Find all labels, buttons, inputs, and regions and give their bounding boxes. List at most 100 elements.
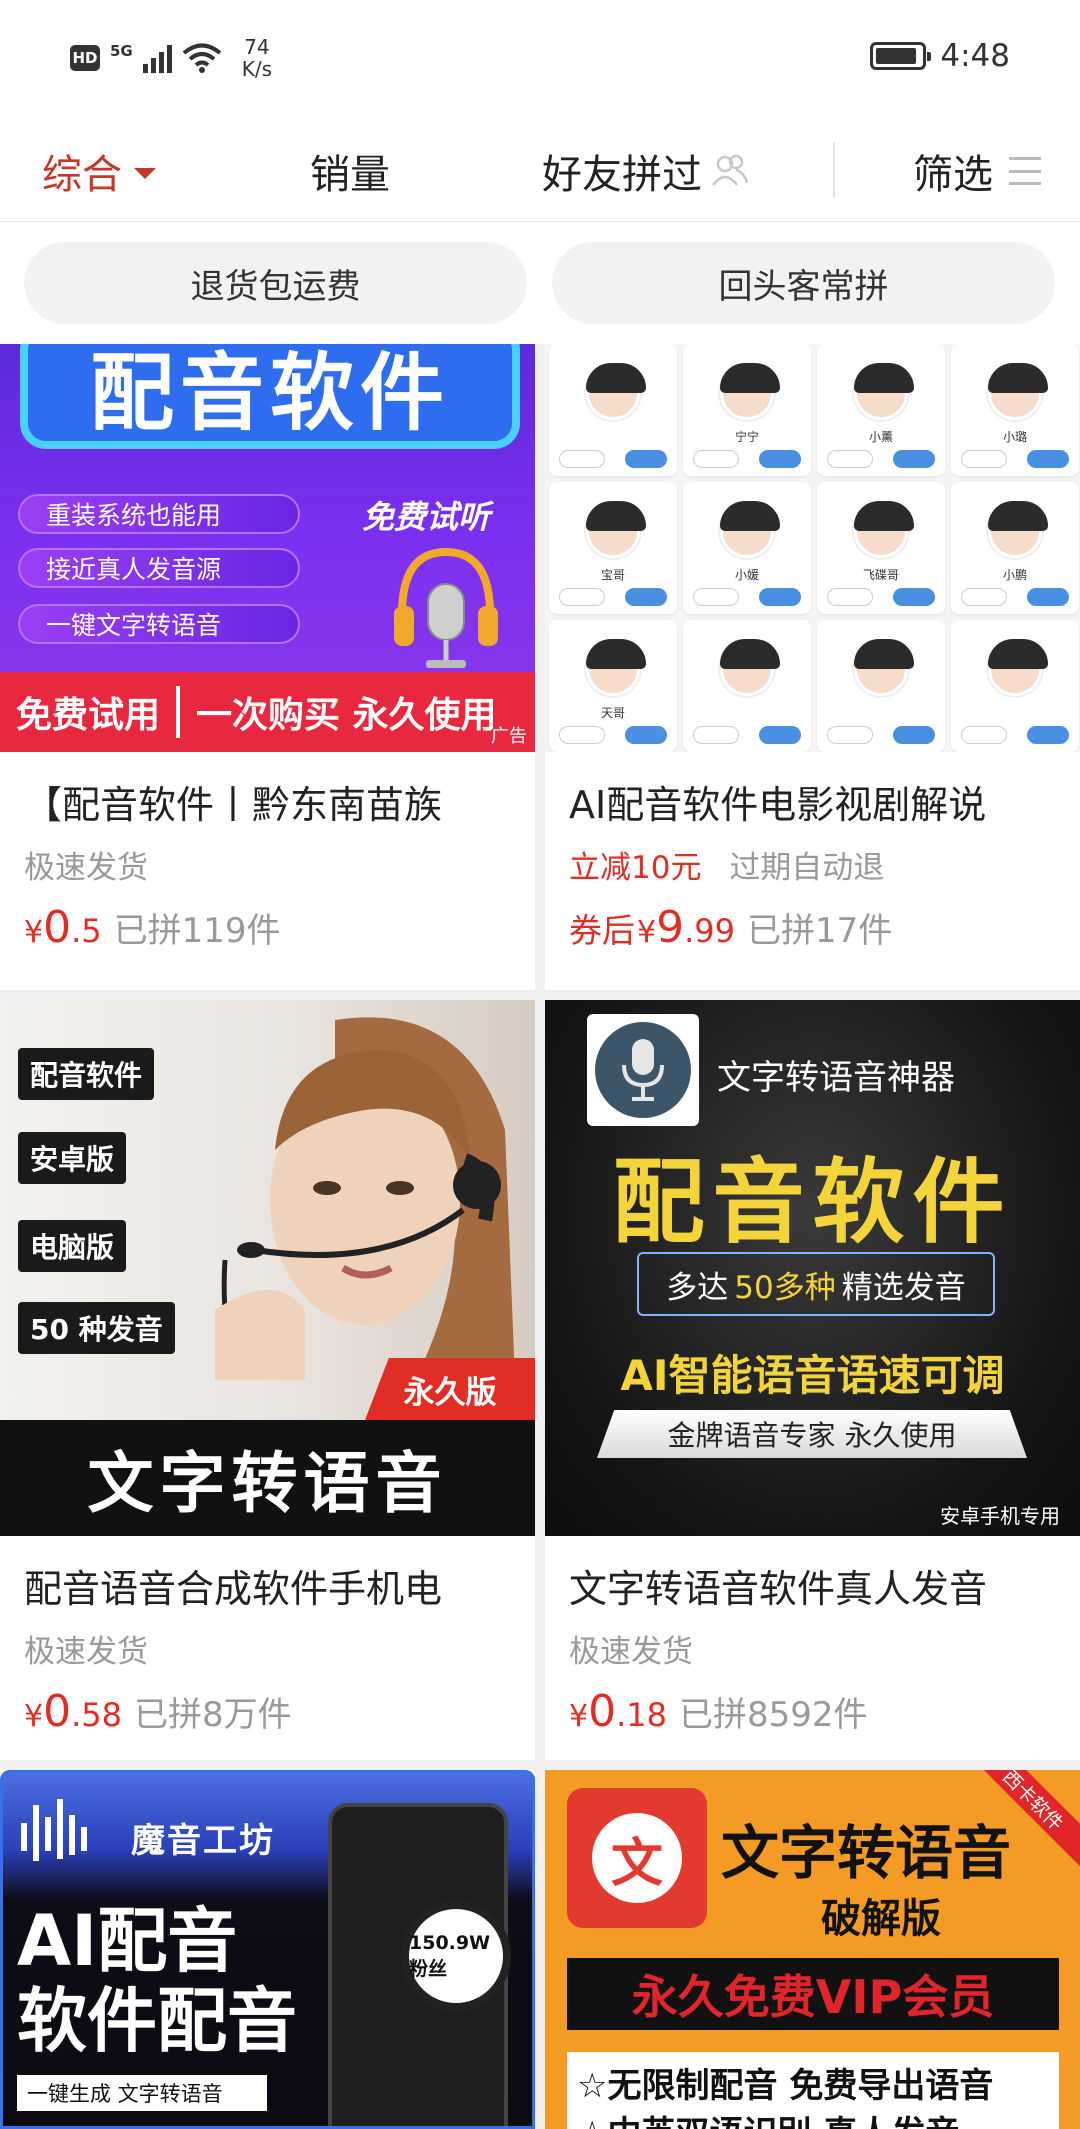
voice-use-button <box>625 450 667 468</box>
voice-use-button <box>893 450 935 468</box>
image-banner-title: 配音软件 <box>20 344 520 449</box>
sort-bar: 综合 销量 好友拼过 筛选 <box>0 120 1080 222</box>
clock: 4:48 <box>940 38 1010 74</box>
currency-symbol: ¥ <box>637 915 657 950</box>
image-feature-pill: 重装系统也能用 <box>18 494 300 534</box>
voice-name: 宁宁 <box>734 430 759 444</box>
battery-icon <box>870 42 932 70</box>
product-card[interactable]: 宁宁 小薰 小璐 宝哥 小媛 飞碟哥 小鹏 天哥 AI配音软件电影视剧解说 立减10元 过期自… <box>545 344 1080 990</box>
price-decimal: .18 <box>616 1696 667 1734</box>
signal-icon <box>142 43 172 73</box>
voice-avatar <box>854 639 914 696</box>
voice-preview-button <box>559 450 605 468</box>
ad-label: 广告 <box>491 726 527 747</box>
price-decimal: .58 <box>71 1696 122 1734</box>
product-title: 文字转语音软件真人发音 <box>569 1567 988 1611</box>
sort-tab-comprehensive[interactable]: 综合 <box>42 120 156 222</box>
voice-preview-button <box>693 726 739 744</box>
network-type: 5G <box>110 42 133 60</box>
voice-preview-button <box>559 726 605 744</box>
product-card[interactable]: 配音软件 重装系统也能用 接近真人发音源 一键文字转语音 免费试听 免费试用 一… <box>0 344 535 990</box>
product-image[interactable]: 配音软件 安卓版 电脑版 50 种发音 永久版 文字转语音 <box>0 1000 535 1536</box>
friends-icon <box>712 154 749 186</box>
product-card[interactable]: 魔音工坊 150.9W粉丝 AI配音 软件配音 一键生成 文字转语音 <box>0 1770 535 2129</box>
currency-symbol: ¥ <box>24 915 44 950</box>
product-tag-discount: 立减10元 <box>569 850 702 886</box>
sort-divider <box>833 142 835 198</box>
product-price: ¥ 0 .58 已拼8万件 <box>24 1686 292 1737</box>
voice-use-button <box>625 726 667 744</box>
image-brand-name: 魔音工坊 <box>131 1821 275 1861</box>
image-strip-left: 免费试用 <box>0 686 180 738</box>
voice-use-button <box>893 726 935 744</box>
voice-buttons <box>693 588 801 606</box>
image-title: 文字转语音 <box>721 1819 1012 1887</box>
sort-tab-filter[interactable]: 筛选 <box>913 120 1041 222</box>
product-card[interactable]: 西卡软件 文 文字转语音 破解版 永久免费VIP会员 ☆无限制配音 免费导出语音… <box>545 1770 1080 2129</box>
voice-avatar <box>586 639 646 696</box>
voice-use-button <box>759 726 801 744</box>
voice-preview-button <box>559 588 605 606</box>
image-tag: 50 种发音 <box>18 1302 175 1354</box>
microphone-headphones-icon <box>394 547 498 668</box>
product-title: AI配音软件电影视剧解说 <box>569 783 987 827</box>
voice-buttons <box>693 450 801 468</box>
hd-icon: HD <box>70 45 100 71</box>
voice-preview-button <box>693 450 739 468</box>
voice-buttons <box>693 726 801 744</box>
image-big-title: 配音软件 <box>612 1149 1013 1256</box>
voice-card: 小媛 <box>683 482 811 614</box>
product-image[interactable]: 魔音工坊 150.9W粉丝 AI配音 软件配音 一键生成 文字转语音 <box>0 1770 535 2129</box>
voice-buttons <box>559 588 667 606</box>
price-decimal: .5 <box>71 912 102 950</box>
voice-use-button <box>625 588 667 606</box>
product-image[interactable]: 文字转语音神器 配音软件 多达 50多种 精选发音 AI智能语音语速可调 金牌语… <box>545 1000 1080 1536</box>
voice-preview-button <box>961 588 1007 606</box>
voice-name: 小薰 <box>868 430 893 444</box>
sort-tab-friends[interactable]: 好友拼过 <box>542 120 750 222</box>
voice-avatar <box>586 363 646 420</box>
image-title-line: AI配音 <box>17 1900 238 1982</box>
voice-use-button <box>1027 588 1069 606</box>
sort-tab-label: 销量 <box>310 152 390 198</box>
image-red-strip: 免费试用 一次购买 永久使用 <box>0 672 535 752</box>
product-info: 文字转语音软件真人发音 极速发货 ¥ 0 .18 已拼8592件 <box>545 1536 1080 1760</box>
product-tag: 极速发货 <box>569 1634 693 1670</box>
voice-name: 小鹏 <box>1002 568 1027 582</box>
image-subtitle: 文字转语音神器 <box>717 1058 955 1098</box>
product-image[interactable]: 宁宁 小薰 小璐 宝哥 小媛 飞碟哥 小鹏 天哥 <box>545 344 1080 752</box>
voice-name: 天哥 <box>600 706 625 720</box>
sort-tab-label: 综合 <box>42 152 122 198</box>
image-bottom-title: 文字转语音 <box>0 1420 535 1536</box>
image-tag: 安卓版 <box>18 1132 127 1184</box>
woman-headset-illustration <box>215 1017 515 1380</box>
voice-buttons <box>827 726 935 744</box>
image-strip-right: 一次购买 永久使用 <box>196 695 497 736</box>
image-android-note: 安卓手机专用 <box>940 1504 1060 1528</box>
image-tag: 配音软件 <box>18 1048 155 1100</box>
sort-tab-sales[interactable]: 销量 <box>310 120 390 222</box>
product-image[interactable]: 西卡软件 文 文字转语音 破解版 永久免费VIP会员 ☆无限制配音 免费导出语音… <box>545 1770 1080 2129</box>
chip-repeat-customers[interactable]: 回头客常拼 <box>552 242 1055 324</box>
product-image[interactable]: 配音软件 重装系统也能用 接近真人发音源 一键文字转语音 免费试听 免费试用 一… <box>0 344 535 752</box>
battery-level <box>876 48 916 64</box>
product-card[interactable]: 配音软件 安卓版 电脑版 50 种发音 永久版 文字转语音 配音语音合成软件手机… <box>0 1000 535 1760</box>
image-box-highlight: 50多种 <box>734 1269 836 1306</box>
voice-card <box>951 620 1079 752</box>
image-box-text: 精选发音 <box>841 1269 966 1306</box>
voice-card <box>549 344 677 476</box>
voice-preview-button <box>961 450 1007 468</box>
voice-buttons <box>827 450 935 468</box>
price-integer: 0 <box>588 1686 617 1737</box>
voice-avatar <box>854 501 914 558</box>
image-box-text: 多达 <box>666 1269 729 1306</box>
network-speed-value: 74 <box>244 35 270 59</box>
chip-free-return-shipping[interactable]: 退货包运费 <box>24 242 527 324</box>
product-price: ¥ 0 .18 已拼8592件 <box>569 1686 868 1737</box>
image-ai-title: AI配音 软件配音 <box>17 1901 297 2061</box>
image-free-trial: 免费试听 <box>362 498 491 536</box>
status-right: 4:48 <box>870 38 1010 74</box>
product-card[interactable]: 文字转语音神器 配音软件 多达 50多种 精选发音 AI智能语音语速可调 金牌语… <box>545 1000 1080 1760</box>
product-info: 配音语音合成软件手机电 极速发货 ¥ 0 .58 已拼8万件 <box>0 1536 535 1760</box>
voice-card <box>817 620 945 752</box>
